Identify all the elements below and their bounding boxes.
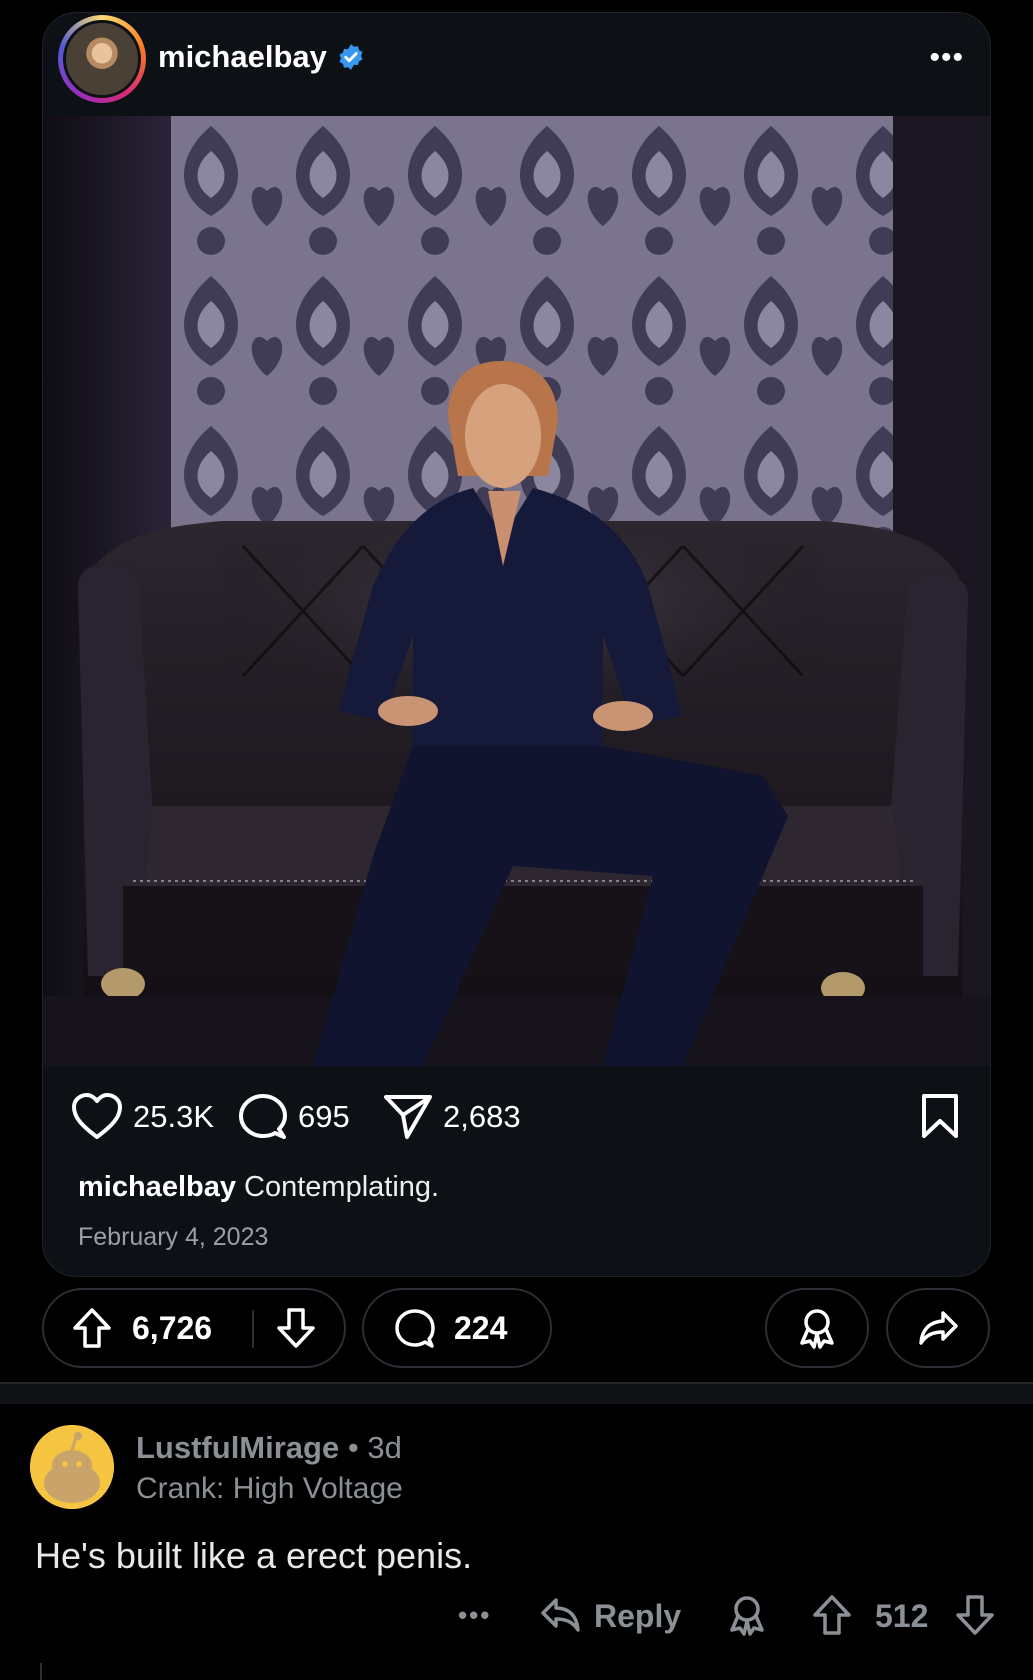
reply-button[interactable]: Reply — [594, 1598, 681, 1635]
snoo-avatar-icon — [30, 1425, 114, 1509]
verified-badge-icon — [339, 44, 363, 70]
comment-upvote-icon[interactable] — [812, 1594, 852, 1636]
section-divider — [0, 1382, 1033, 1404]
caption-text: Contemplating. — [244, 1171, 440, 1203]
instagram-action-bar: 25.3K 695 2,683 — [43, 1068, 990, 1168]
shares-count: 2,683 — [443, 1099, 521, 1134]
comment-bubble-icon — [239, 1094, 287, 1139]
caption-username[interactable]: michaelbay — [78, 1171, 236, 1203]
instagram-embed-card: michaelbay ••• 25.3K 695 2,683 michaelba… — [42, 12, 991, 1277]
comment-action-bar: ••• Reply 512 — [0, 1592, 1033, 1652]
divider-line — [0, 1382, 1033, 1384]
instagram-username[interactable]: michaelbay — [158, 39, 327, 75]
heart-icon — [72, 1093, 122, 1139]
post-caption: michaelbay Contemplating. — [78, 1171, 439, 1204]
reply-arrow-icon[interactable] — [540, 1596, 582, 1636]
commenter-username[interactable]: LustfulMirage • 3d — [136, 1430, 402, 1466]
instagram-post-header: michaelbay ••• — [43, 13, 990, 116]
bookmark-icon — [922, 1094, 958, 1138]
comment-score: 512 — [875, 1598, 929, 1634]
award-icon — [797, 1307, 837, 1349]
story-ring[interactable] — [58, 15, 146, 103]
post-score: 6,726 — [132, 1310, 213, 1346]
likes-count: 25.3K — [133, 1099, 215, 1134]
user-flair: Crank: High Voltage — [136, 1472, 403, 1505]
share-button[interactable] — [886, 1288, 990, 1368]
comment-downvote-icon[interactable] — [955, 1594, 995, 1636]
comment-body: He's built like a erect penis. — [35, 1535, 473, 1576]
comment-more-icon[interactable]: ••• — [458, 1600, 491, 1631]
share-arrow-icon — [917, 1309, 959, 1347]
downvote-icon[interactable] — [276, 1307, 316, 1349]
thread-line — [40, 1663, 42, 1680]
vote-divider — [252, 1310, 254, 1348]
profile-avatar[interactable] — [63, 20, 141, 98]
share-action[interactable]: 2,683 — [383, 1093, 521, 1141]
save-action[interactable] — [920, 1093, 960, 1139]
meta-separator: • — [347, 1430, 359, 1465]
ig-comments-count: 695 — [298, 1099, 350, 1134]
upvote-icon[interactable] — [72, 1307, 112, 1349]
post-photo[interactable] — [43, 116, 990, 1066]
more-options-icon[interactable]: ••• — [929, 41, 964, 75]
comments-count: 224 — [454, 1310, 508, 1346]
photo-illustration — [43, 116, 990, 1066]
comment-award-icon[interactable] — [727, 1594, 767, 1636]
like-action[interactable]: 25.3K — [71, 1093, 214, 1141]
comment-action[interactable]: 695 — [238, 1093, 350, 1141]
comment-username-text: LustfulMirage — [136, 1430, 340, 1465]
post-date: February 4, 2023 — [78, 1223, 269, 1251]
comments-button[interactable]: 224 — [362, 1288, 552, 1368]
paper-plane-icon — [384, 1095, 432, 1139]
comment-age: 3d — [367, 1430, 402, 1465]
commenter-avatar[interactable] — [30, 1425, 114, 1509]
award-button[interactable] — [765, 1288, 869, 1368]
comment-icon — [394, 1308, 436, 1350]
vote-pill: 6,726 — [42, 1288, 346, 1368]
